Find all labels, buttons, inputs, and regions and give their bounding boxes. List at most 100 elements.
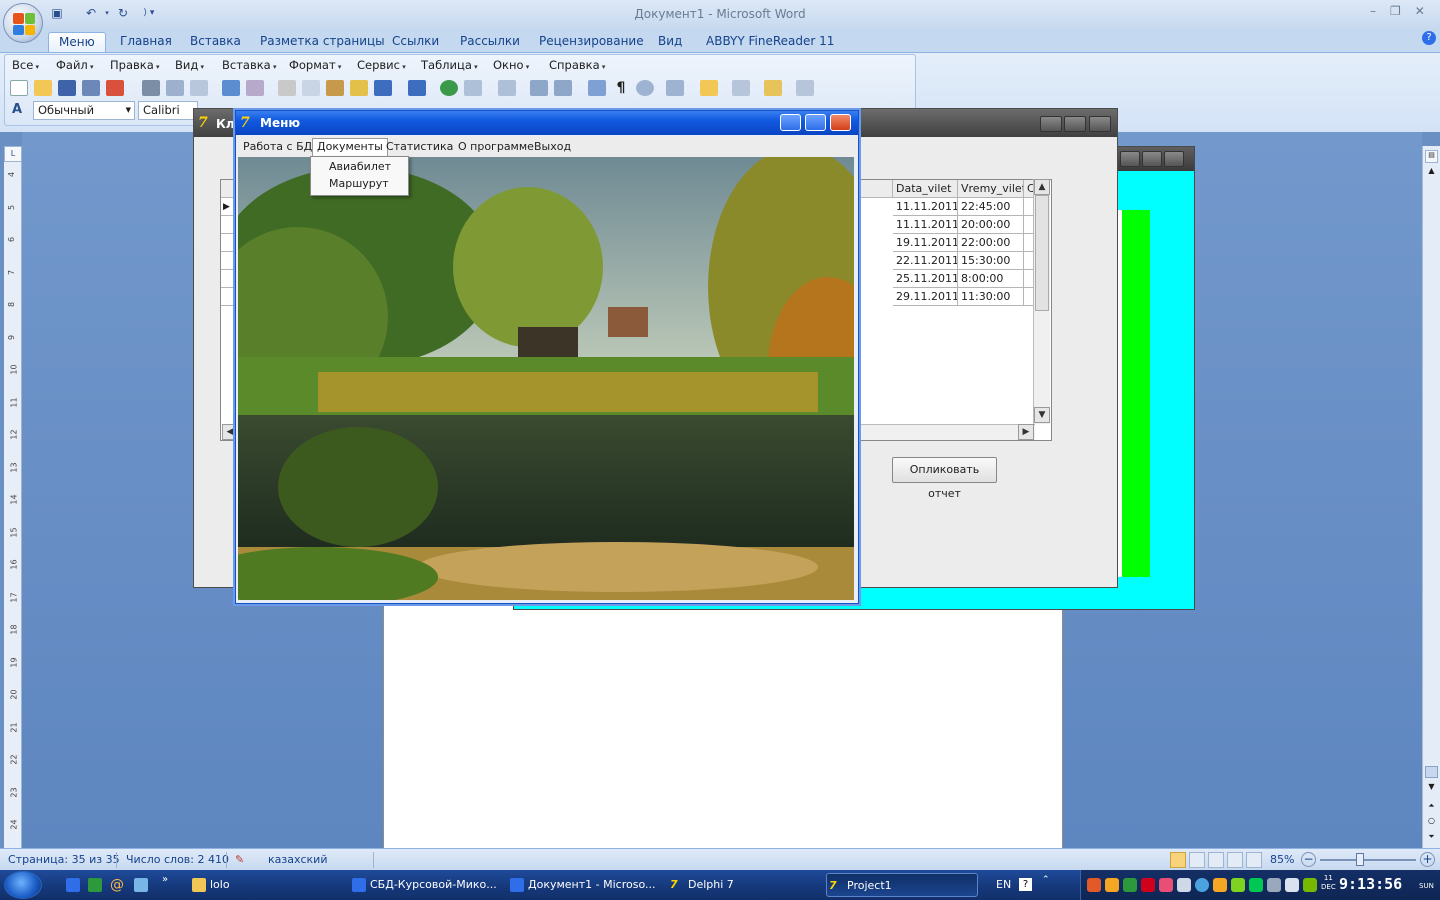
help-icon[interactable]: ? <box>1422 31 1436 45</box>
qat-more-icon[interactable]: ⟩ ▾ <box>136 4 162 22</box>
new-document-icon[interactable] <box>10 80 28 96</box>
minimize-button[interactable] <box>780 114 801 131</box>
document-vertical-scrollbar[interactable]: ▤ ▲ ▼ ⏶ ○ ⏷ <box>1422 146 1440 852</box>
menu-exit[interactable]: Выход <box>530 139 575 155</box>
menu-statistics[interactable]: Статистика <box>382 139 457 155</box>
tab-abbyy[interactable]: ABBYY FineReader 11 <box>696 32 844 52</box>
help-icon[interactable]: ? <box>1019 878 1032 891</box>
maximize-button[interactable] <box>805 114 826 131</box>
taskbar-item-sbd[interactable]: СБД-Курсовой-Мико... <box>350 873 502 897</box>
table-cell[interactable]: 19.11.2011 <box>893 234 958 252</box>
hyperlink-icon[interactable] <box>440 80 458 96</box>
language-indicator[interactable]: EN <box>996 878 1011 891</box>
close-button[interactable] <box>830 114 851 131</box>
tray-app-icon[interactable] <box>1087 878 1101 892</box>
research-icon[interactable] <box>246 80 264 96</box>
view-mode-icon[interactable] <box>190 80 208 96</box>
envelope-icon[interactable] <box>796 80 814 96</box>
tray-app-icon[interactable] <box>1195 878 1209 892</box>
clock-time[interactable]: 9:13:56 <box>1339 875 1402 893</box>
redo-icon[interactable]: ↻ <box>114 4 132 22</box>
zoom-icon[interactable] <box>636 80 654 96</box>
mail-quicklaunch-icon[interactable]: @ <box>110 877 124 893</box>
print-icon[interactable] <box>142 80 160 96</box>
table-cell[interactable]: 8:00:00 <box>958 270 1024 288</box>
column-header-vremy-vilet[interactable]: Vremy_vilet <box>958 180 1024 198</box>
scroll-thumb[interactable] <box>1425 766 1438 778</box>
full-screen-reading-icon[interactable] <box>1189 852 1205 868</box>
menu-about[interactable]: О программе <box>454 139 538 155</box>
table-cell[interactable]: 22.11.2011 <box>893 252 958 270</box>
grid-vertical-scrollbar[interactable]: ▲ ▼ <box>1033 179 1050 424</box>
copy-icon[interactable] <box>302 80 320 96</box>
format-painter-icon[interactable] <box>350 80 368 96</box>
tables-borders-icon[interactable] <box>464 80 482 96</box>
word-count[interactable]: Число слов: 2 410 <box>126 853 229 866</box>
tab-page-layout[interactable]: Разметка страницы <box>250 32 395 52</box>
scroll-down-icon[interactable]: ▼ <box>1034 407 1050 423</box>
menu-all[interactable]: Все <box>12 58 39 72</box>
maximize-button[interactable] <box>1142 151 1162 167</box>
close-button[interactable] <box>1089 116 1111 132</box>
compare-icon[interactable] <box>732 80 750 96</box>
page-count[interactable]: Страница: 35 из 35 <box>8 853 120 866</box>
menu-insert[interactable]: Вставка <box>222 58 276 72</box>
redo-icon[interactable] <box>408 80 426 96</box>
print-layout-icon[interactable] <box>1170 852 1186 868</box>
zoom-level[interactable]: 85% <box>1270 853 1294 866</box>
start-button[interactable] <box>4 871 42 899</box>
style-select[interactable]: Обычный ▼ <box>33 101 135 120</box>
tray-app-icon[interactable] <box>1177 878 1191 892</box>
save-icon[interactable]: ▣ <box>48 4 66 22</box>
tray-app-icon[interactable] <box>1249 878 1263 892</box>
menu-table[interactable]: Таблица <box>421 58 478 72</box>
scroll-thumb[interactable] <box>1035 195 1049 311</box>
insert-table-icon[interactable] <box>498 80 516 96</box>
tab-menu[interactable]: Меню <box>48 32 106 52</box>
menu-window[interactable]: Окно <box>493 58 529 72</box>
save-icon[interactable] <box>58 80 76 96</box>
chevron-up-icon[interactable]: ⌃ <box>1042 875 1050 885</box>
table-cell[interactable]: 11.11.2011 <box>893 216 958 234</box>
font-select[interactable]: Calibri (Ос <box>138 101 198 120</box>
tab-selector-icon[interactable]: L <box>4 146 22 162</box>
drawing-icon[interactable] <box>554 80 572 96</box>
zoom-out-icon[interactable]: − <box>1301 852 1316 867</box>
table-cell[interactable]: 15:30:00 <box>958 252 1024 270</box>
undo-dropdown-icon[interactable]: ▾ <box>104 4 110 22</box>
scroll-down-icon[interactable]: ▼ <box>1425 782 1438 795</box>
menu-help[interactable]: Справка <box>549 58 605 72</box>
language-indicator[interactable]: казахский <box>268 853 327 866</box>
styles-icon[interactable]: A <box>12 102 22 117</box>
spelling-status-icon[interactable]: ✎ <box>235 853 244 866</box>
tray-app-icon[interactable] <box>1231 878 1245 892</box>
table-cell[interactable]: 25.11.2011 <box>893 270 958 288</box>
folder-icon[interactable] <box>700 80 718 96</box>
tab-home[interactable]: Главная <box>110 32 182 52</box>
table-cell[interactable]: 20:00:00 <box>958 216 1024 234</box>
menu-view[interactable]: Вид <box>175 58 204 72</box>
permission-icon[interactable] <box>82 80 100 96</box>
tray-app-icon[interactable] <box>1123 878 1137 892</box>
scroll-up-icon[interactable]: ▲ <box>1425 166 1438 179</box>
undo-icon[interactable] <box>374 80 392 96</box>
undo-icon[interactable]: ↶ <box>82 4 100 22</box>
table-cell[interactable]: 29.11.2011 <box>893 288 958 306</box>
pdf-icon[interactable] <box>106 80 124 96</box>
tab-view[interactable]: Вид <box>648 32 692 52</box>
volume-icon[interactable] <box>1285 878 1299 892</box>
menu-format[interactable]: Формат <box>289 58 341 72</box>
open-folder-icon[interactable] <box>34 80 52 96</box>
zoom-in-icon[interactable]: + <box>1420 852 1435 867</box>
document-map-icon[interactable] <box>588 80 606 96</box>
table-cell[interactable]: 22:45:00 <box>958 198 1024 216</box>
tray-app-icon[interactable] <box>1213 878 1227 892</box>
scroll-up-icon[interactable]: ▲ <box>1034 179 1050 195</box>
web-layout-icon[interactable] <box>1208 852 1224 868</box>
minimize-button[interactable] <box>1040 116 1062 132</box>
zoom-slider-track[interactable] <box>1320 859 1416 861</box>
tray-app-icon[interactable] <box>1105 878 1119 892</box>
spelling-icon[interactable] <box>222 80 240 96</box>
table-cell[interactable]: 22:00:00 <box>958 234 1024 252</box>
app-quicklaunch-icon[interactable] <box>134 878 148 892</box>
